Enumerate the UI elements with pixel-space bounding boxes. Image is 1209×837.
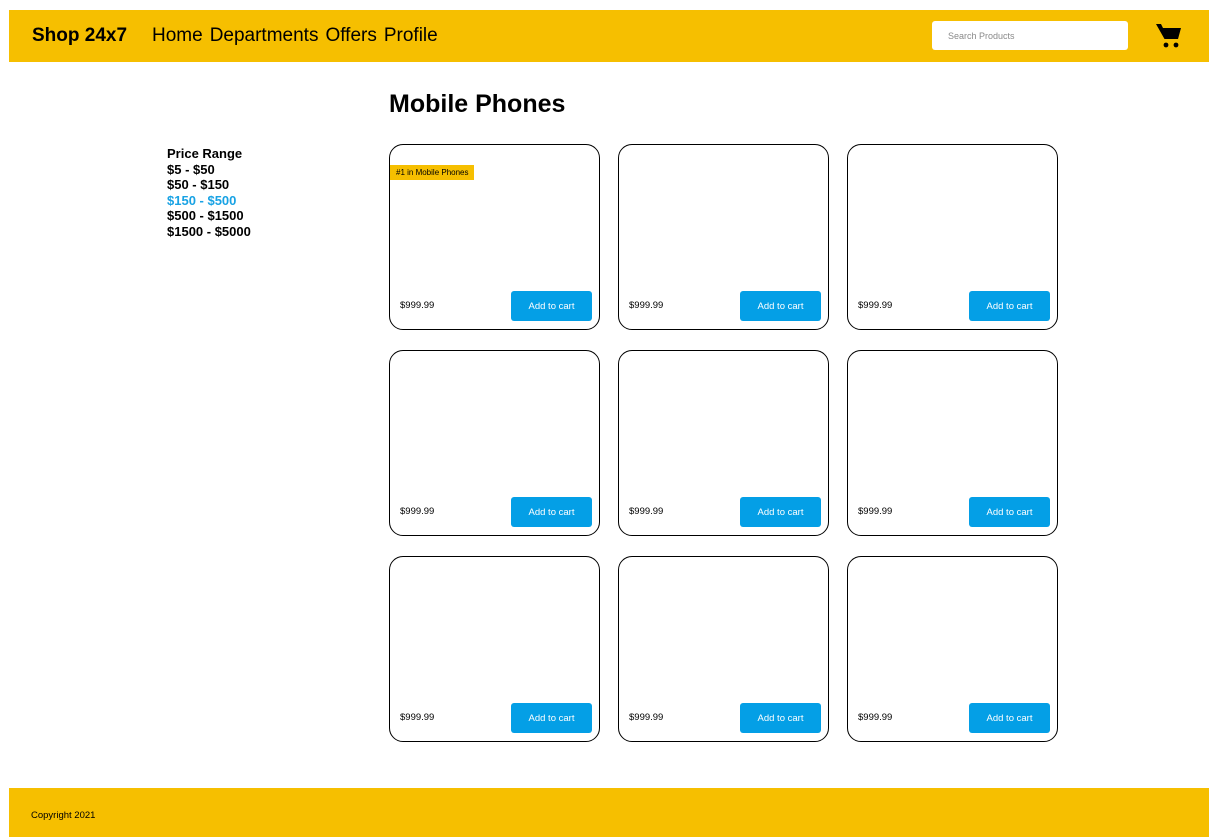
product-price: $999.99 [629,506,664,517]
add-to-cart-button[interactable]: Add to cart [511,291,592,321]
search-input[interactable] [932,21,1128,50]
add-to-cart-button[interactable]: Add to cart [740,497,821,527]
nav-home[interactable]: Home [152,25,203,47]
top-header: Shop 24x7 Home Departments Offers Profil… [9,10,1209,62]
add-to-cart-button[interactable]: Add to cart [511,703,592,733]
add-to-cart-button[interactable]: Add to cart [969,291,1050,321]
product-price: $999.99 [858,712,893,723]
add-to-cart-button[interactable]: Add to cart [969,497,1050,527]
cart-button[interactable] [1155,22,1183,50]
product-card[interactable]: $999.99 Add to cart [618,350,829,536]
copyright-text: Copyright 2021 [31,810,96,821]
nav-offers[interactable]: Offers [325,25,376,47]
product-price: $999.99 [858,506,893,517]
product-price: $999.99 [629,300,664,311]
product-card[interactable]: #1 in Mobile Phones $999.99 Add to cart [389,144,600,330]
product-card[interactable]: $999.99 Add to cart [618,144,829,330]
price-range-option[interactable]: $5 - $50 [167,162,251,178]
add-to-cart-button[interactable]: Add to cart [969,703,1050,733]
page-title: Mobile Phones [389,90,566,118]
bestseller-badge: #1 in Mobile Phones [390,165,474,180]
product-card[interactable]: $999.99 Add to cart [847,144,1058,330]
nav-departments[interactable]: Departments [210,25,319,47]
add-to-cart-button[interactable]: Add to cart [740,291,821,321]
product-card[interactable]: $999.99 Add to cart [618,556,829,742]
product-price: $999.99 [400,712,435,723]
product-price: $999.99 [400,506,435,517]
product-card[interactable]: $999.99 Add to cart [389,350,600,536]
price-range-option[interactable]: $1500 - $5000 [167,224,251,240]
product-price: $999.99 [400,300,435,311]
page-footer: Copyright 2021 [9,788,1209,837]
add-to-cart-button[interactable]: Add to cart [740,703,821,733]
product-price: $999.99 [858,300,893,311]
price-filter: Price Range $5 - $50 $50 - $150 $150 - $… [167,146,251,239]
price-range-option-selected[interactable]: $150 - $500 [167,193,251,209]
price-range-title: Price Range [167,146,243,161]
product-card[interactable]: $999.99 Add to cart [847,350,1058,536]
nav-profile[interactable]: Profile [384,25,438,47]
product-card[interactable]: $999.99 Add to cart [847,556,1058,742]
price-range-option[interactable]: $50 - $150 [167,177,251,193]
brand-logo[interactable]: Shop 24x7 [32,25,127,47]
price-range-option[interactable]: $500 - $1500 [167,208,251,224]
product-card[interactable]: $999.99 Add to cart [389,556,600,742]
main-nav: Home Departments Offers Profile [152,25,438,47]
add-to-cart-button[interactable]: Add to cart [511,497,592,527]
product-price: $999.99 [629,712,664,723]
shopping-cart-icon [1156,24,1181,48]
